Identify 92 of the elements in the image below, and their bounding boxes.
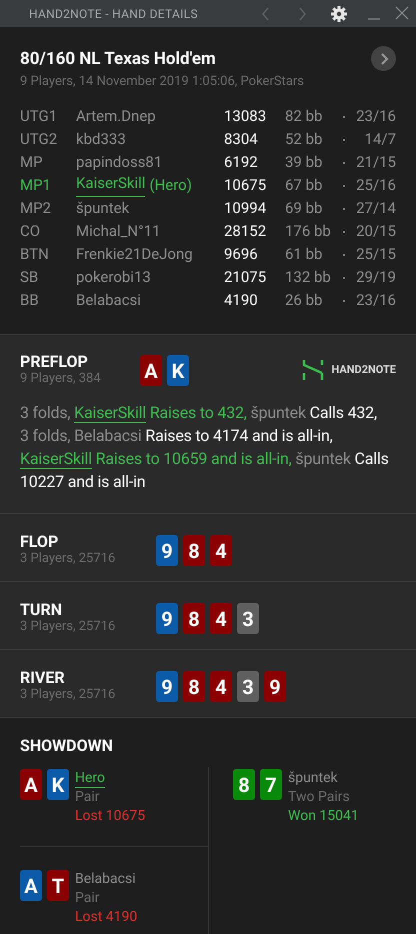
- hand-rank: Pair: [75, 788, 101, 807]
- player-name[interactable]: Belabacsi: [75, 870, 136, 889]
- playing-card: 7: [260, 769, 282, 800]
- playing-card: K: [47, 769, 69, 800]
- street-title: FLOP: [20, 532, 60, 551]
- stats-ratio: 23/16: [355, 290, 396, 312]
- brand-logo: HAND2NOTE: [302, 359, 396, 381]
- big-blinds: 52 bb: [285, 129, 324, 150]
- big-blinds: 132 bb: [285, 267, 332, 288]
- result-amount: Lost 10675: [75, 807, 146, 826]
- stack-amount: 28152: [224, 221, 268, 242]
- stack-amount: 13083: [224, 106, 268, 128]
- settings-icon[interactable]: [330, 4, 348, 22]
- hand-rank: Pair: [75, 889, 101, 908]
- player-name[interactable]: Hero: [75, 769, 106, 788]
- stack-amount: 10675: [224, 175, 268, 196]
- playing-card: 8: [183, 603, 205, 634]
- hand-subtitle: 9 Players, 14 November 2019 1:05:06, PokerStars: [20, 73, 306, 91]
- stack-amount: 8304: [224, 129, 259, 150]
- playing-card: A: [140, 355, 162, 386]
- position-label: MP: [20, 152, 44, 174]
- position-label: SB: [20, 267, 40, 288]
- playing-card: 3: [237, 603, 259, 634]
- stats-ratio: 14/7: [364, 129, 396, 150]
- big-blinds: 82 bb: [285, 106, 324, 128]
- position-label: MP2: [20, 198, 52, 220]
- hand-title: 80/160 NL Texas Hold'em: [20, 48, 217, 70]
- player-name[interactable]: KaiserSkill: [76, 174, 146, 197]
- stack-amount: 9696: [224, 244, 259, 266]
- playing-card: 9: [156, 671, 178, 702]
- big-blinds: 61 bb: [285, 244, 324, 266]
- playing-card: K: [167, 355, 189, 386]
- playing-card: 8: [183, 535, 205, 566]
- playing-card: 8: [233, 769, 255, 800]
- playing-card: 4: [210, 535, 232, 566]
- playing-card: A: [20, 769, 42, 800]
- chevron-right-icon: [378, 52, 388, 64]
- stats-ratio: 25/16: [355, 175, 396, 196]
- street-title: TURN: [20, 600, 63, 619]
- playing-card: 9: [156, 535, 178, 566]
- hero-tag: (Hero): [149, 174, 192, 197]
- street-info: 9 Players, 384: [20, 371, 102, 387]
- stack-amount: 4190: [224, 290, 259, 312]
- position-label: BB: [20, 290, 40, 312]
- stack-amount: 10994: [224, 198, 268, 220]
- player-name[interactable]: papindoss81: [76, 151, 162, 174]
- player-name[interactable]: Frenkie21DeJong: [76, 243, 193, 266]
- action-summary: 3 folds, KaiserSkill Raises to 432, špuntek Calls 432, 3 folds, Belabacsi Raises to 4174 and is all-in, KaiserSkill Raises to 10659 and is all-in, špuntek Calls 10227 and is all-in: [20, 402, 390, 493]
- player-name[interactable]: Michal_N°11: [76, 220, 161, 243]
- playing-card: A: [20, 870, 42, 901]
- window-title: HAND2NOTE - HAND DETAILS: [29, 6, 198, 22]
- stats-ratio: 23/16: [355, 106, 396, 128]
- next-hand-button[interactable]: [371, 46, 396, 71]
- stats-ratio: 27/14: [355, 198, 396, 220]
- player-name[interactable]: Belabacsi: [76, 289, 141, 312]
- stats-ratio: 29/19: [355, 267, 396, 288]
- playing-card: 4: [210, 671, 232, 702]
- street-info: 3 Players, 25716: [20, 687, 116, 703]
- stats-ratio: 20/15: [355, 221, 396, 242]
- big-blinds: 67 bb: [285, 175, 324, 196]
- stats-ratio: 25/15: [355, 244, 396, 266]
- playing-card: T: [47, 870, 69, 901]
- player-name[interactable]: kbd333: [76, 128, 126, 151]
- player-name[interactable]: pokerobi13: [76, 266, 151, 289]
- result-amount: Lost 4190: [75, 908, 138, 927]
- street-info: 3 Players, 25716: [20, 619, 116, 635]
- big-blinds: 26 bb: [285, 290, 324, 312]
- player-name[interactable]: špuntek: [288, 769, 338, 788]
- position-label: BTN: [20, 244, 50, 266]
- big-blinds: 39 bb: [285, 152, 324, 174]
- stack-amount: 21075: [224, 267, 268, 288]
- playing-card: 3: [237, 671, 259, 702]
- player-name[interactable]: Artem.Dnep: [76, 105, 156, 128]
- position-label: CO: [20, 221, 42, 242]
- playing-card: 8: [183, 671, 205, 702]
- hand-rank: Two Pairs: [288, 788, 351, 807]
- street-info: 3 Players, 25716: [20, 551, 116, 567]
- street-title: RIVER: [20, 668, 66, 687]
- playing-card: 4: [210, 603, 232, 634]
- result-amount: Won 15041: [288, 807, 359, 826]
- playing-card: 9: [264, 671, 286, 702]
- showdown-title: SHOWDOWN: [20, 736, 114, 755]
- position-label: MP1: [20, 175, 52, 196]
- stack-amount: 6192: [224, 152, 259, 174]
- stats-ratio: 21/15: [355, 152, 396, 174]
- playing-card: 9: [156, 603, 178, 634]
- big-blinds: 69 bb: [285, 198, 324, 220]
- position-label: UTG2: [20, 129, 58, 150]
- street-title: PREFLOP: [20, 352, 89, 371]
- position-label: UTG1: [20, 106, 58, 128]
- big-blinds: 176 bb: [285, 221, 332, 242]
- player-name[interactable]: špuntek: [76, 197, 130, 220]
